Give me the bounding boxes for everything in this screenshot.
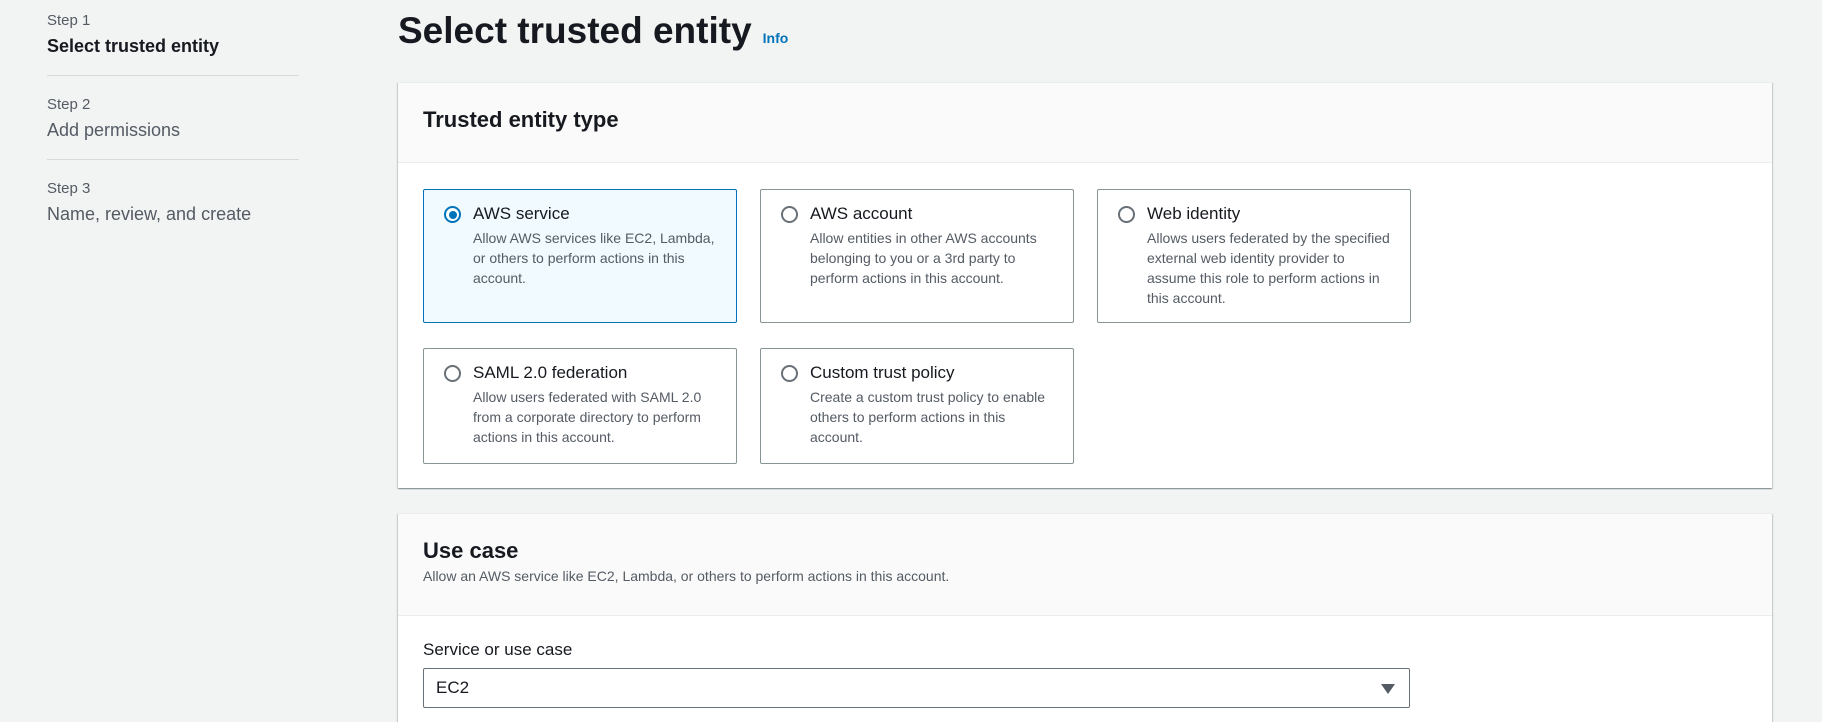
radio-icon[interactable] [781, 206, 798, 223]
radio-icon[interactable] [1118, 206, 1135, 223]
radio-selected-icon[interactable] [444, 206, 461, 223]
radio-icon[interactable] [444, 365, 461, 382]
option-description: Create a custom trust policy to enable o… [810, 389, 1046, 445]
trusted-entity-panel: Trusted entity type AWS service Allow AW… [398, 82, 1772, 488]
page-header: Select trusted entity Info [398, 10, 788, 52]
select-value: EC2 [436, 678, 470, 697]
option-title: Custom trust policy [810, 363, 955, 382]
step-number: Step 1 [47, 12, 91, 29]
option-description: Allow users federated with SAML 2.0 from… [473, 389, 702, 445]
step-title: Select trusted entity [47, 36, 220, 56]
option-aws-service[interactable]: AWS service Allow AWS services like EC2,… [423, 189, 737, 323]
option-title: Web identity [1147, 204, 1241, 223]
option-title: AWS account [810, 204, 913, 223]
step-number: Step 3 [47, 180, 91, 197]
step-3[interactable]: Step 3 Name, review, and create [47, 180, 299, 243]
info-link[interactable]: Info [763, 30, 789, 46]
radio-icon[interactable] [781, 365, 798, 382]
option-description: Allow AWS services like EC2, Lambda, or … [473, 230, 715, 286]
panel-header: Use case Allow an AWS service like EC2, … [398, 514, 1772, 616]
step-2[interactable]: Step 2 Add permissions [47, 96, 299, 160]
service-select[interactable]: EC2 [423, 668, 1410, 708]
entity-type-options: AWS service Allow AWS services like EC2,… [423, 189, 1423, 469]
wizard-steps: Step 1 Select trusted entity Step 2 Add … [47, 12, 299, 263]
page-title: Select trusted entity [398, 10, 752, 51]
step-number: Step 2 [47, 96, 91, 113]
panel-title: Use case [423, 538, 519, 563]
option-title: SAML 2.0 federation [473, 363, 628, 382]
step-title: Name, review, and create [47, 204, 252, 224]
field-label: Service or use case [423, 640, 573, 659]
panel-header: Trusted entity type [398, 83, 1772, 163]
option-description: Allows users federated by the specified … [1147, 230, 1390, 306]
option-title: AWS service [473, 204, 570, 223]
panel-title: Trusted entity type [423, 107, 619, 132]
option-custom-trust-policy[interactable]: Custom trust policy Create a custom trus… [760, 348, 1074, 464]
panel-description: Allow an AWS service like EC2, Lambda, o… [423, 568, 950, 584]
caret-down-icon [1381, 684, 1395, 694]
option-aws-account[interactable]: AWS account Allow entities in other AWS … [760, 189, 1074, 323]
option-web-identity[interactable]: Web identity Allows users federated by t… [1097, 189, 1411, 323]
step-title: Add permissions [47, 120, 181, 140]
option-description: Allow entities in other AWS accounts bel… [810, 230, 1037, 286]
page: Step 1 Select trusted entity Step 2 Add … [0, 0, 1822, 722]
service-field: Service or use case EC2 [398, 616, 1772, 722]
step-1[interactable]: Step 1 Select trusted entity [47, 12, 299, 76]
use-case-panel: Use case Allow an AWS service like EC2, … [398, 513, 1772, 722]
option-saml-federation[interactable]: SAML 2.0 federation Allow users federate… [423, 348, 737, 464]
